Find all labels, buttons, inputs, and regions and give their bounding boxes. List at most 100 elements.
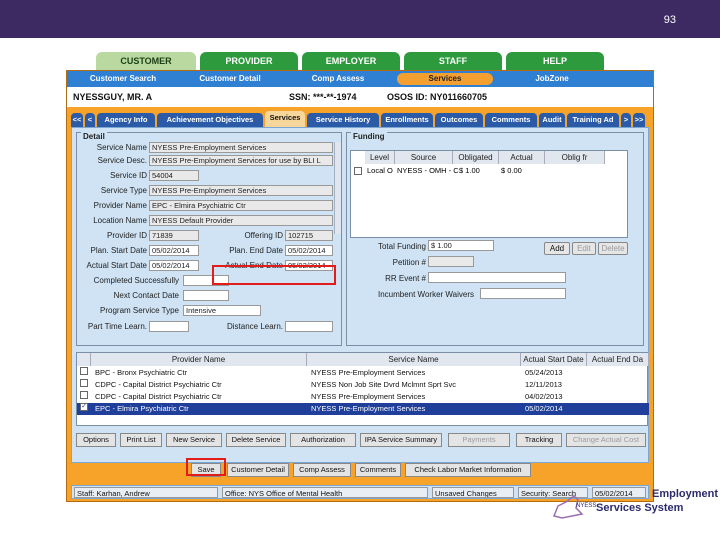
bottom-button-row: Save Customer Detail Comp Assess Comment… [71,463,649,479]
comments-button[interactable]: Comments [355,463,401,477]
plan-end-label: Plan. End Date [229,246,283,255]
service-type-field: NYESS Pre-Employment Services [149,185,333,196]
service-desc-field: NYESS Pre-Employment Services for use by… [149,155,333,166]
provider-id-field: 71839 [149,230,199,241]
tab-training-ad[interactable]: Training Ad [567,113,619,127]
row-service: NYESS Pre-Employment Services [311,368,426,377]
offering-id-field: 102715 [285,230,333,241]
funding-col-oblig-fr: Oblig fr [545,151,605,164]
service-list-table: Provider Name Service Name Actual Start … [76,352,649,426]
customer-osos-id: OSOS ID: NY011660705 [387,92,488,102]
tab-comments[interactable]: Comments [485,113,537,127]
tab-services[interactable]: Services [265,111,305,127]
service-id-label: Service ID [110,171,147,180]
row-service: NYESS Pre-Employment Services [311,404,426,413]
provider-name-field: EPC - Elmira Psychiatric Ctr [149,200,333,211]
sub-nav-bar: Customer Search Customer Detail Comp Ass… [67,71,653,87]
row-service: NYESS Pre-Employment Services [311,392,426,401]
tab-scroll-next[interactable]: > [621,113,631,127]
tab-provider[interactable]: PROVIDER [200,52,298,70]
table-row[interactable]: BPC - Bronx Psychiatric Ctr NYESS Pre-Em… [77,367,649,379]
funding-delete-button[interactable]: Delete [598,242,628,255]
status-staff: Staff: Karhan, Andrew [74,487,218,498]
total-funding-field: $ 1.00 [428,240,494,251]
incumbent-select[interactable] [480,288,566,299]
tab-staff[interactable]: STAFF [404,52,502,70]
print-list-button[interactable]: Print List [120,433,162,447]
service-id-field: 54004 [149,170,199,181]
tab-achievement-objectives[interactable]: Achievement Objectives [157,113,263,127]
change-actual-cost-button[interactable]: Change Actual Cost [566,433,646,447]
row-start: 04/02/2013 [525,392,563,401]
table-row-selected[interactable]: ✓ EPC - Elmira Psychiatric Ctr NYESS Pre… [77,403,649,415]
tracking-button[interactable]: Tracking [516,433,562,447]
location-name-label: Location Name [93,216,147,225]
next-contact-field[interactable] [183,290,229,301]
tab-agency-info[interactable]: Agency Info [97,113,155,127]
tab-employer[interactable]: EMPLOYER [302,52,400,70]
total-funding-label: Total Funding [377,242,426,251]
actual-start-field[interactable]: 05/02/2014 [149,260,199,271]
services-panel: Detail Service Name NYESS Pre-Employment… [71,127,649,463]
ipa-service-summary-button[interactable]: IPA Service Summary [360,433,442,447]
tab-scroll-last[interactable]: >> [633,113,645,127]
tab-service-history[interactable]: Service History [307,113,379,127]
tab-enrollments[interactable]: Enrollments [381,113,433,127]
page-number: 93 [663,14,676,26]
funding-edit-button[interactable]: Edit [572,242,596,255]
petition-field[interactable] [428,256,474,267]
nav-jobzone[interactable]: JobZone [517,73,587,85]
plan-start-label: Plan. Start Date [90,246,147,255]
customer-ssn: SSN: ***-**-1974 [289,92,357,102]
tab-scroll-first[interactable]: << [71,113,83,127]
funding-row-actual: $ 0.00 [501,166,522,175]
nav-customer-search[interactable]: Customer Search [75,73,171,85]
nav-comp-assess[interactable]: Comp Assess [295,73,381,85]
highlight-actual-end-date [212,265,336,285]
row-provider: CDPC - Capital District Psychiatric Ctr [95,392,222,401]
tab-customer[interactable]: CUSTOMER [96,52,196,70]
service-name-label: Service Name [96,143,147,152]
part-time-field[interactable] [149,321,189,332]
incumbent-label: Incumbent Worker Waivers [377,290,474,299]
payments-button[interactable]: Payments [448,433,510,447]
customer-detail-button[interactable]: Customer Detail [227,463,289,477]
options-button[interactable]: Options [76,433,116,447]
table-row[interactable]: CDPC - Capital District Psychiatric Ctr … [77,379,649,391]
row-checkbox[interactable] [80,391,88,399]
rr-event-select[interactable] [428,272,566,283]
row-checkbox[interactable]: ✓ [80,403,88,411]
nav-services[interactable]: Services [397,73,493,85]
tab-audit[interactable]: Audit [539,113,565,127]
funding-row-checkbox[interactable] [354,167,362,175]
program-service-type-select[interactable]: Intensive [183,305,261,316]
plan-start-field[interactable]: 05/02/2014 [149,245,199,256]
detail-scrollbar[interactable] [334,142,341,234]
offering-id-label: Offering ID [244,231,283,240]
logo-small-text: NYESS [576,503,597,509]
row-start: 05/24/2013 [525,368,563,377]
delete-service-button[interactable]: Delete Service [226,433,286,447]
authorization-button[interactable]: Authorization [290,433,356,447]
comp-assess-button[interactable]: Comp Assess [293,463,351,477]
list-col-end: Actual End Da [587,353,649,366]
funding-add-button[interactable]: Add [544,242,570,255]
funding-row-level: Local O [367,166,393,175]
main-tab-bar: CUSTOMER PROVIDER EMPLOYER STAFF HELP [96,52,656,70]
location-name-field: NYESS Default Provider [149,215,333,226]
tab-scroll-prev[interactable]: < [85,113,95,127]
row-checkbox[interactable] [80,379,88,387]
funding-table: Level Source Obligated Actual Oblig fr L… [350,150,628,238]
funding-title: Funding [351,132,387,141]
funding-row-obligated: $ 1.00 [459,166,480,175]
plan-end-field[interactable]: 05/02/2014 [285,245,333,256]
table-row[interactable]: CDPC - Capital District Psychiatric Ctr … [77,391,649,403]
tab-help[interactable]: HELP [506,52,604,70]
row-checkbox[interactable] [80,367,88,375]
distance-field[interactable] [285,321,333,332]
tab-outcomes[interactable]: Outcomes [435,113,483,127]
new-service-button[interactable]: New Service [166,433,222,447]
check-labor-market-button[interactable]: Check Labor Market Information [405,463,531,477]
program-service-type-label: Program Service Type [100,306,179,315]
nav-customer-detail[interactable]: Customer Detail [185,73,275,85]
